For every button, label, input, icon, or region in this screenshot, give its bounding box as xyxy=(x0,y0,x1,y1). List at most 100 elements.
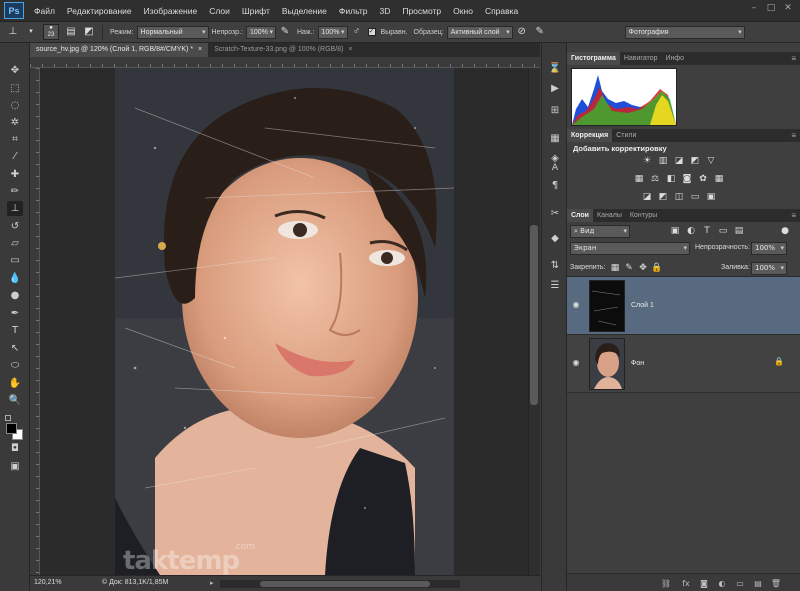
pressure-size-icon[interactable]: ✎ xyxy=(533,25,547,39)
panel-menu-icon[interactable]: ≡ xyxy=(791,129,796,142)
color-lookup-icon[interactable]: ▦ xyxy=(713,173,725,185)
document-image[interactable]: taktemp .com xyxy=(115,68,454,575)
new-adjustment-layer-icon[interactable]: ◐ xyxy=(716,578,728,589)
layer-name[interactable]: Фон xyxy=(631,360,644,367)
filter-type-icon[interactable]: T xyxy=(701,225,713,237)
visibility-eye-icon[interactable]: ◉ xyxy=(570,357,582,369)
horizontal-scroll-thumb[interactable] xyxy=(260,581,430,587)
history-brush-icon[interactable]: ↺ xyxy=(7,219,23,234)
menu-layers[interactable]: Слои xyxy=(203,6,236,16)
layer-row-background[interactable]: ◉ Фон 🔒 xyxy=(567,335,800,393)
curves-icon[interactable]: ◪ xyxy=(673,155,685,167)
tools-panel-icon[interactable]: ✂ xyxy=(547,206,563,221)
tab-close-icon[interactable]: × xyxy=(198,46,202,53)
lock-all-icon[interactable]: 🔒 xyxy=(651,262,663,274)
layer-style-icon[interactable]: fx xyxy=(680,578,692,589)
close-button[interactable]: ✕ xyxy=(782,3,794,14)
magic-wand-icon[interactable]: ✲ xyxy=(7,115,23,130)
tab-source[interactable]: source_hv.jpg @ 120% (Слой 1, RGB/8#/CMY… xyxy=(30,43,209,57)
minimize-button[interactable]: – xyxy=(748,3,760,14)
vibrance-icon[interactable]: ▽ xyxy=(705,155,717,167)
menu-filter[interactable]: Фильтр xyxy=(333,6,374,16)
ignore-adjustment-icon[interactable]: ⊘ xyxy=(515,25,529,39)
clone-source-panel-icon[interactable]: ◩ xyxy=(82,25,96,39)
layer-opacity-input[interactable]: 100% xyxy=(751,242,787,255)
brightness-contrast-icon[interactable]: ☀ xyxy=(641,155,653,167)
menu-select[interactable]: Выделение xyxy=(276,6,333,16)
threshold-icon[interactable]: ◫ xyxy=(673,191,685,203)
invert-icon[interactable]: ◪ xyxy=(641,191,653,203)
tab-histogram[interactable]: Гистограмма xyxy=(567,52,620,65)
menu-window[interactable]: Окно xyxy=(447,6,479,16)
delete-layer-icon[interactable]: 🗑 xyxy=(770,578,782,589)
zoom-tool-icon[interactable]: 🔍 xyxy=(7,393,23,408)
eyedropper-icon[interactable]: ⁄ xyxy=(7,149,23,164)
brush-panel-icon[interactable]: ▤ xyxy=(64,25,78,39)
airbrush-icon[interactable]: ♂ xyxy=(350,25,364,39)
opacity-input[interactable]: 100% xyxy=(245,25,276,39)
tab-adjustments[interactable]: Коррекция xyxy=(567,129,613,142)
move-tool-icon[interactable]: ✥ xyxy=(7,63,23,78)
eraser-tool-icon[interactable]: ▱ xyxy=(7,236,23,251)
panel-menu-icon[interactable]: ≡ xyxy=(791,52,796,65)
blur-tool-icon[interactable]: 💧 xyxy=(7,271,23,286)
mode-select[interactable]: Нормальный xyxy=(136,25,209,39)
menu-edit[interactable]: Редактирование xyxy=(61,6,138,16)
menu-help[interactable]: Справка xyxy=(479,6,524,16)
history-panel-icon[interactable]: ⌛ xyxy=(547,61,563,76)
pen-tool-icon[interactable]: ✒ xyxy=(7,306,23,321)
gradient-tool-icon[interactable]: ▭ xyxy=(7,253,23,268)
tab-channels[interactable]: Каналы xyxy=(593,209,626,222)
type-tool-icon[interactable]: T xyxy=(7,323,23,338)
properties-panel-icon[interactable]: ⊞ xyxy=(547,103,563,118)
foreground-color-swatch[interactable] xyxy=(6,423,17,434)
new-layer-icon[interactable]: ▤ xyxy=(752,578,764,589)
workspace-select[interactable]: Фотография xyxy=(624,25,745,39)
filter-shape-icon[interactable]: ▭ xyxy=(717,225,729,237)
hue-saturation-icon[interactable]: ▦ xyxy=(633,173,645,185)
fill-input[interactable]: 100% xyxy=(751,262,787,275)
visibility-eye-icon[interactable]: ◉ xyxy=(570,299,582,311)
gradient-map-icon[interactable]: ▭ xyxy=(689,191,701,203)
layer-filter-select[interactable]: ⌕ Вид xyxy=(570,225,630,238)
tab-navigator[interactable]: Навигатор xyxy=(620,52,662,65)
horizontal-scrollbar[interactable] xyxy=(220,580,460,588)
flow-input[interactable]: 100% xyxy=(317,25,348,39)
shape-tool-icon[interactable]: ⬭ xyxy=(7,358,23,373)
hand-tool-icon[interactable]: ✋ xyxy=(7,376,23,391)
brush-tool-icon[interactable]: ✏ xyxy=(7,184,23,199)
photo-filter-icon[interactable]: ◙ xyxy=(681,173,693,185)
tab-layers[interactable]: Слои xyxy=(567,209,593,222)
clone-stamp-tool-icon[interactable]: ⊥ xyxy=(7,201,23,216)
default-colors-icon[interactable] xyxy=(5,415,11,421)
lock-transparency-icon[interactable]: ▦ xyxy=(609,262,621,274)
layer-name[interactable]: Слой 1 xyxy=(631,302,654,309)
healing-brush-icon[interactable]: ✚ xyxy=(7,167,23,182)
marquee-tool-icon[interactable]: ⬚ xyxy=(7,81,23,96)
brush-presets-icon[interactable]: ▦ xyxy=(547,131,563,146)
clone-stamp-icon[interactable]: ⊥ xyxy=(6,25,20,39)
quick-mask-icon[interactable]: ◘ xyxy=(7,441,23,456)
pressure-opacity-icon[interactable]: ✎ xyxy=(278,25,292,39)
link-layers-icon[interactable]: ⛓ xyxy=(660,578,672,589)
actions-panel-icon[interactable]: ▶ xyxy=(547,81,563,96)
channel-mixer-icon[interactable]: ✿ xyxy=(697,173,709,185)
menu-file[interactable]: Файл xyxy=(28,6,61,16)
filter-toggle-icon[interactable]: ● xyxy=(779,225,791,237)
new-group-icon[interactable]: ▭ xyxy=(734,578,746,589)
posterize-icon[interactable]: ◩ xyxy=(657,191,669,203)
filter-smart-object-icon[interactable]: ▤ xyxy=(733,225,745,237)
tab-styles[interactable]: Стили xyxy=(612,129,640,142)
black-white-icon[interactable]: ◧ xyxy=(665,173,677,185)
character-panel-icon[interactable]: A xyxy=(547,161,563,176)
panel-menu-icon[interactable]: ≡ xyxy=(791,209,796,222)
sample-select[interactable]: Активный слой xyxy=(446,25,513,39)
tab-paths[interactable]: Контуры xyxy=(626,209,661,222)
color-balance-icon[interactable]: ⚖ xyxy=(649,173,661,185)
restore-button[interactable]: □ xyxy=(765,3,777,14)
path-selection-icon[interactable]: ↖ xyxy=(7,341,23,356)
screen-mode-icon[interactable]: ▣ xyxy=(7,459,23,474)
lock-pixels-icon[interactable]: ✎ xyxy=(623,262,635,274)
vertical-scroll-thumb[interactable] xyxy=(530,225,538,405)
layer-comps-icon[interactable]: ☰ xyxy=(547,278,563,293)
